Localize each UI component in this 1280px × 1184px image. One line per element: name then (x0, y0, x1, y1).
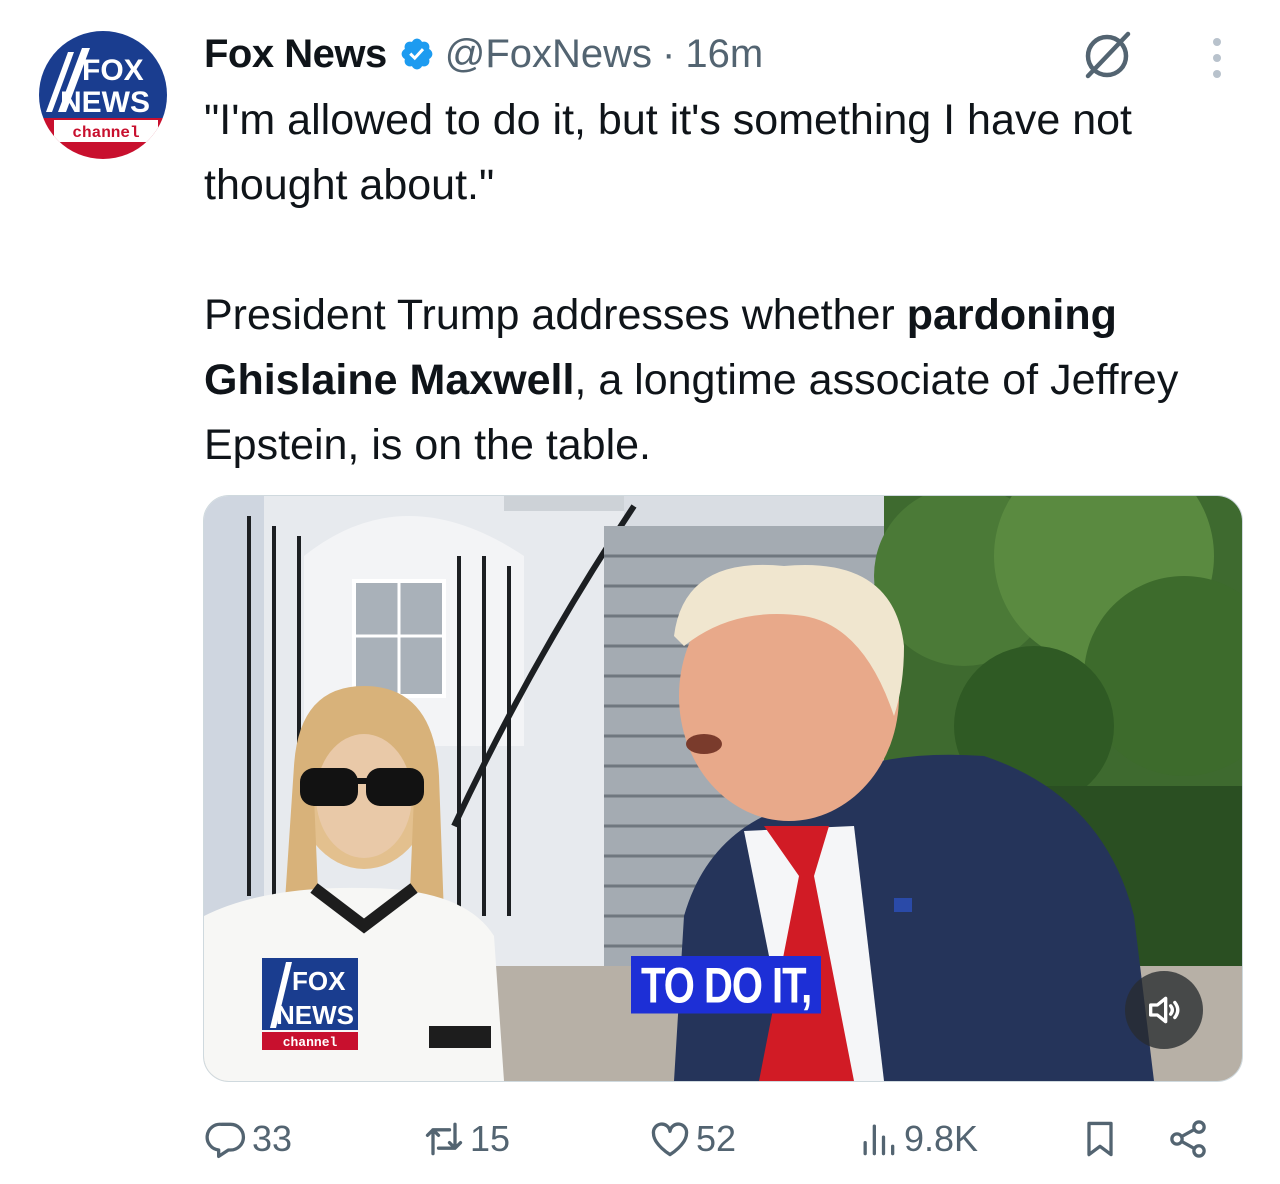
video-player[interactable]: FOX NEWS channel TO DO IT, (203, 495, 1243, 1082)
share-icon (1170, 1120, 1206, 1158)
bookmark-icon (1087, 1121, 1113, 1157)
repost-icon (425, 1122, 463, 1156)
svg-text:FOX: FOX (82, 54, 144, 87)
display-name[interactable]: Fox News (204, 32, 387, 77)
share-button[interactable] (1166, 1104, 1214, 1174)
tweet-body: President Trump addresses whether pardon… (204, 283, 1244, 478)
volume-icon (1149, 996, 1180, 1024)
like-count: 52 (696, 1118, 737, 1159)
view-count: 9.8K (904, 1118, 979, 1159)
author-handle[interactable]: @FoxNews (445, 32, 652, 77)
svg-text:NEWS: NEWS (60, 86, 150, 119)
verified-badge-icon (401, 38, 433, 70)
reply-icon (205, 1122, 246, 1159)
repost-count: 15 (470, 1118, 511, 1159)
fox-news-logo: FOX NEWS channel (39, 31, 167, 159)
separator-dot: · (662, 31, 676, 76)
repost-button[interactable]: 15 (422, 1104, 510, 1174)
tweet-time[interactable]: 16m (685, 32, 763, 77)
action-bar: 33 15 52 9.8K (0, 1104, 1280, 1174)
svg-text:NEWS: NEWS (276, 1000, 354, 1030)
bookmark-button[interactable] (1078, 1104, 1126, 1174)
reply-button[interactable]: 33 (204, 1104, 292, 1174)
like-button[interactable]: 52 (648, 1104, 736, 1174)
video-caption: TO DO IT, (631, 956, 822, 1014)
like-icon (651, 1122, 689, 1157)
grok-icon[interactable] (1078, 26, 1136, 84)
more-icon[interactable] (1204, 34, 1230, 82)
author-avatar[interactable]: FOX NEWS channel (38, 30, 168, 160)
reply-count: 33 (252, 1118, 293, 1159)
tweet-text: "I'm allowed to do it, but it's somethin… (204, 88, 1244, 478)
fox-news-watermark: FOX NEWS channel (262, 958, 358, 1050)
svg-text:channel: channel (283, 1035, 338, 1050)
svg-text:FOX: FOX (292, 966, 346, 996)
tweet-body-start: President Trump addresses whether (204, 291, 907, 339)
views-button[interactable]: 9.8K (856, 1104, 978, 1174)
svg-text:channel: channel (72, 124, 139, 142)
tweet-quote: "I'm allowed to do it, but it's somethin… (204, 96, 1133, 209)
tweet-header: Fox News @FoxNews · 16m (204, 24, 763, 84)
views-icon (863, 1124, 895, 1156)
mute-toggle-button[interactable] (1125, 971, 1203, 1049)
